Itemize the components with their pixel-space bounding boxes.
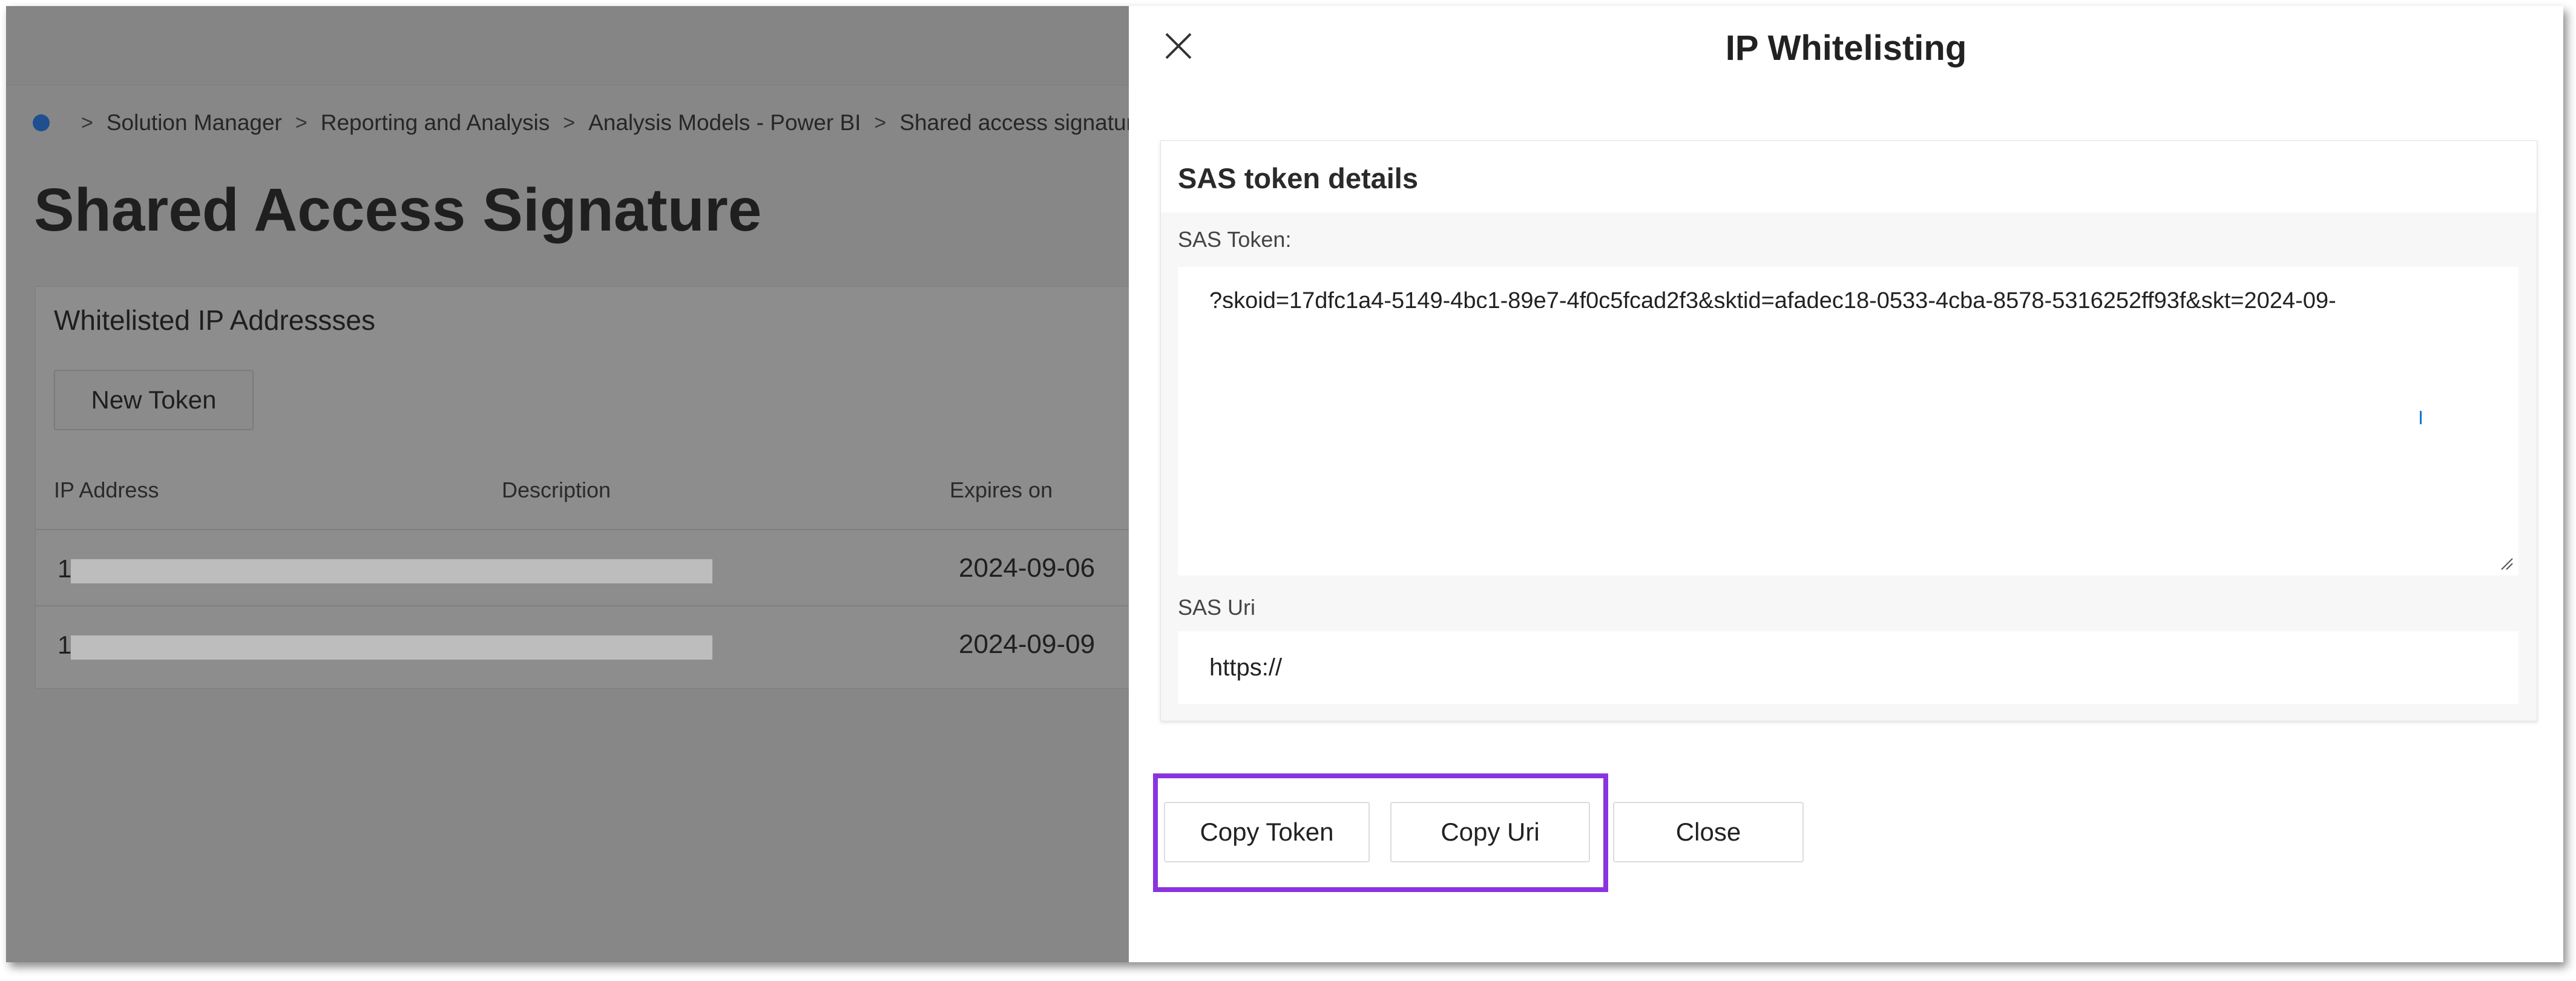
text-caret	[2420, 411, 2422, 424]
redacted-block	[71, 559, 712, 583]
breadcrumb: > Solution Manager > Reporting and Analy…	[33, 108, 1146, 138]
chevron-right-icon: >	[563, 111, 576, 134]
column-header-expires: Expires on	[950, 477, 1053, 502]
drawer-title: IP Whitelisting	[1725, 28, 1967, 68]
sas-uri-label: SAS Uri	[1178, 595, 1256, 620]
column-header-description: Description	[502, 477, 611, 502]
table-row[interactable]: 1 2024-09-09	[36, 605, 1143, 683]
window-frame: > Solution Manager > Reporting and Analy…	[6, 6, 2563, 962]
home-icon[interactable]	[33, 114, 50, 131]
card-title: Whitelisted IP Addressses	[54, 304, 375, 336]
column-header-ip: IP Address	[54, 477, 159, 502]
background-page: > Solution Manager > Reporting and Analy…	[6, 6, 1146, 962]
sas-token-details-card: SAS token details SAS Token: ?skoid=17df…	[1160, 140, 2537, 721]
row-expires: 2024-09-09	[959, 629, 1096, 659]
whitelisted-ip-card: Whitelisted IP Addressses New Token IP A…	[35, 286, 1143, 689]
row-ip: 1	[58, 554, 72, 583]
row-ip: 1	[58, 631, 72, 659]
breadcrumb-item-shared-access[interactable]: Shared access signature	[899, 110, 1146, 136]
details-title: SAS token details	[1178, 162, 1418, 194]
close-button[interactable]: Close	[1613, 802, 1804, 862]
redacted-block	[71, 635, 712, 660]
breadcrumb-item-solution-manager[interactable]: Solution Manager	[107, 110, 282, 136]
sas-uri-value: https://	[1209, 654, 1283, 681]
chevron-right-icon: >	[295, 111, 307, 134]
copy-token-button[interactable]: Copy Token	[1164, 802, 1370, 862]
table-row[interactable]: 1 2024-09-06	[36, 529, 1143, 606]
copy-uri-button[interactable]: Copy Uri	[1390, 802, 1590, 862]
sas-token-value: ?skoid=17dfc1a4-5149-4bc1-89e7-4f0c5fcad…	[1209, 288, 2336, 308]
chevron-right-icon: >	[874, 111, 887, 134]
page-title: Shared Access Signature	[34, 176, 762, 244]
top-bar	[6, 6, 1129, 85]
chevron-right-icon: >	[81, 111, 93, 134]
breadcrumb-item-analysis-models[interactable]: Analysis Models - Power BI	[588, 110, 861, 136]
sas-token-label: SAS Token:	[1178, 227, 1292, 252]
new-token-button[interactable]: New Token	[54, 370, 254, 430]
resize-handle-icon[interactable]	[2498, 555, 2514, 571]
sas-uri-field[interactable]: https://	[1178, 631, 2518, 704]
ip-whitelisting-drawer: IP Whitelisting SAS token details SAS To…	[1129, 6, 2563, 962]
token-section: SAS Token: ?skoid=17dfc1a4-5149-4bc1-89e…	[1161, 212, 2537, 721]
breadcrumb-item-reporting[interactable]: Reporting and Analysis	[321, 110, 550, 136]
sas-token-textarea[interactable]: ?skoid=17dfc1a4-5149-4bc1-89e7-4f0c5fcad…	[1178, 267, 2518, 576]
row-expires: 2024-09-06	[959, 553, 1096, 583]
